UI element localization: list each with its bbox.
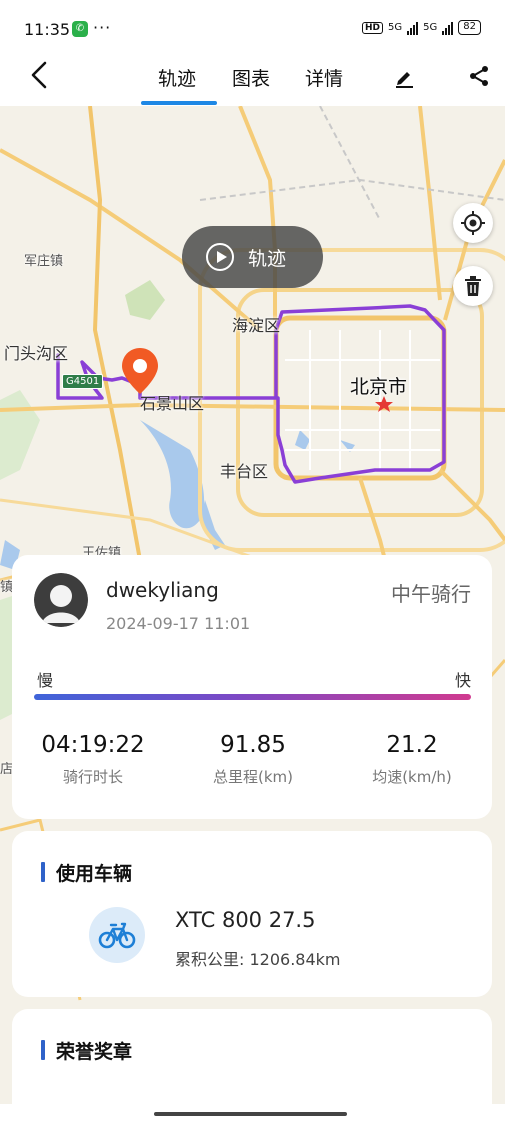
more-notifications-icon: ··· — [93, 18, 112, 37]
speed-legend-fast: 快 — [454, 671, 471, 690]
play-track-button[interactable]: 轨迹 — [182, 226, 323, 288]
top-nav-bar: 轨迹 图表 详情 — [0, 56, 505, 106]
tab-details[interactable]: 详情 — [305, 64, 343, 91]
play-track-label: 轨迹 — [248, 247, 287, 270]
map-label-haidian: 海淀区 — [232, 316, 281, 335]
locate-button[interactable] — [453, 203, 493, 243]
tab-track[interactable]: 轨迹 — [158, 64, 196, 91]
hd-call-badge: HD — [362, 21, 384, 34]
edit-pen-icon[interactable] — [393, 66, 415, 88]
map-label-junzhuang: 军庄镇 — [24, 254, 64, 269]
locate-crosshair-icon — [461, 211, 485, 235]
section-accent-bar — [41, 1040, 45, 1060]
highway-shield: G4501 — [62, 374, 104, 389]
stat-duration-label: 骑行时长 — [62, 768, 123, 786]
ride-datetime: 2024-09-17 11:01 — [106, 614, 251, 633]
signal-bars-icon — [407, 21, 419, 35]
stat-distance-value: 91.85 — [220, 732, 286, 758]
map-label-beijing: 北京市 — [350, 376, 408, 398]
stat-speed-label: 均速(km/h) — [372, 768, 452, 786]
status-time: 11:35 — [24, 20, 71, 39]
avatar[interactable] — [34, 573, 88, 627]
bicycle-badge — [89, 907, 145, 963]
signal-bars-icon — [442, 21, 454, 35]
tab-chart[interactable]: 图表 — [232, 64, 270, 91]
map-label-fengtai: 丰台区 — [220, 462, 269, 481]
speed-gradient-bar — [34, 694, 471, 700]
stat-speed-value: 21.2 — [386, 732, 438, 758]
stat-duration-value: 04:19:22 — [41, 732, 145, 758]
trash-icon — [465, 276, 481, 296]
stat-distance-label: 总里程(km) — [212, 768, 293, 786]
medals-section-title: 荣誉奖章 — [56, 1041, 133, 1063]
status-bar: 11:35 ✆ ··· HD 5G 5G 82 — [0, 0, 505, 56]
bicycle-icon — [98, 922, 136, 949]
wechat-notification-icon: ✆ — [72, 21, 88, 37]
ride-type-label[interactable]: 中午骑行 — [391, 578, 471, 607]
default-avatar-icon — [34, 573, 88, 627]
start-location-pin-icon — [122, 348, 158, 394]
home-indicator[interactable] — [154, 1112, 347, 1116]
signal-5g-label-2: 5G — [423, 22, 438, 33]
status-indicators: HD 5G 5G 82 — [362, 20, 481, 35]
signal-5g-label-1: 5G — [388, 22, 403, 33]
bike-name: XTC 800 27.5 — [175, 908, 316, 932]
map-label-mentougou: 门头沟区 — [4, 344, 69, 363]
vehicle-section-title: 使用车辆 — [56, 863, 133, 885]
username: dwekyliang — [106, 578, 219, 602]
section-accent-bar — [41, 862, 45, 882]
speed-legend-slow: 慢 — [37, 671, 54, 690]
battery-icon: 82 — [458, 20, 481, 35]
active-tab-indicator — [141, 101, 217, 105]
back-arrow-icon[interactable] — [28, 60, 52, 90]
delete-button[interactable] — [453, 266, 493, 306]
share-icon[interactable] — [467, 64, 491, 88]
play-icon — [206, 243, 234, 271]
bike-total-mileage: 累积公里: 1206.84km — [175, 950, 341, 969]
